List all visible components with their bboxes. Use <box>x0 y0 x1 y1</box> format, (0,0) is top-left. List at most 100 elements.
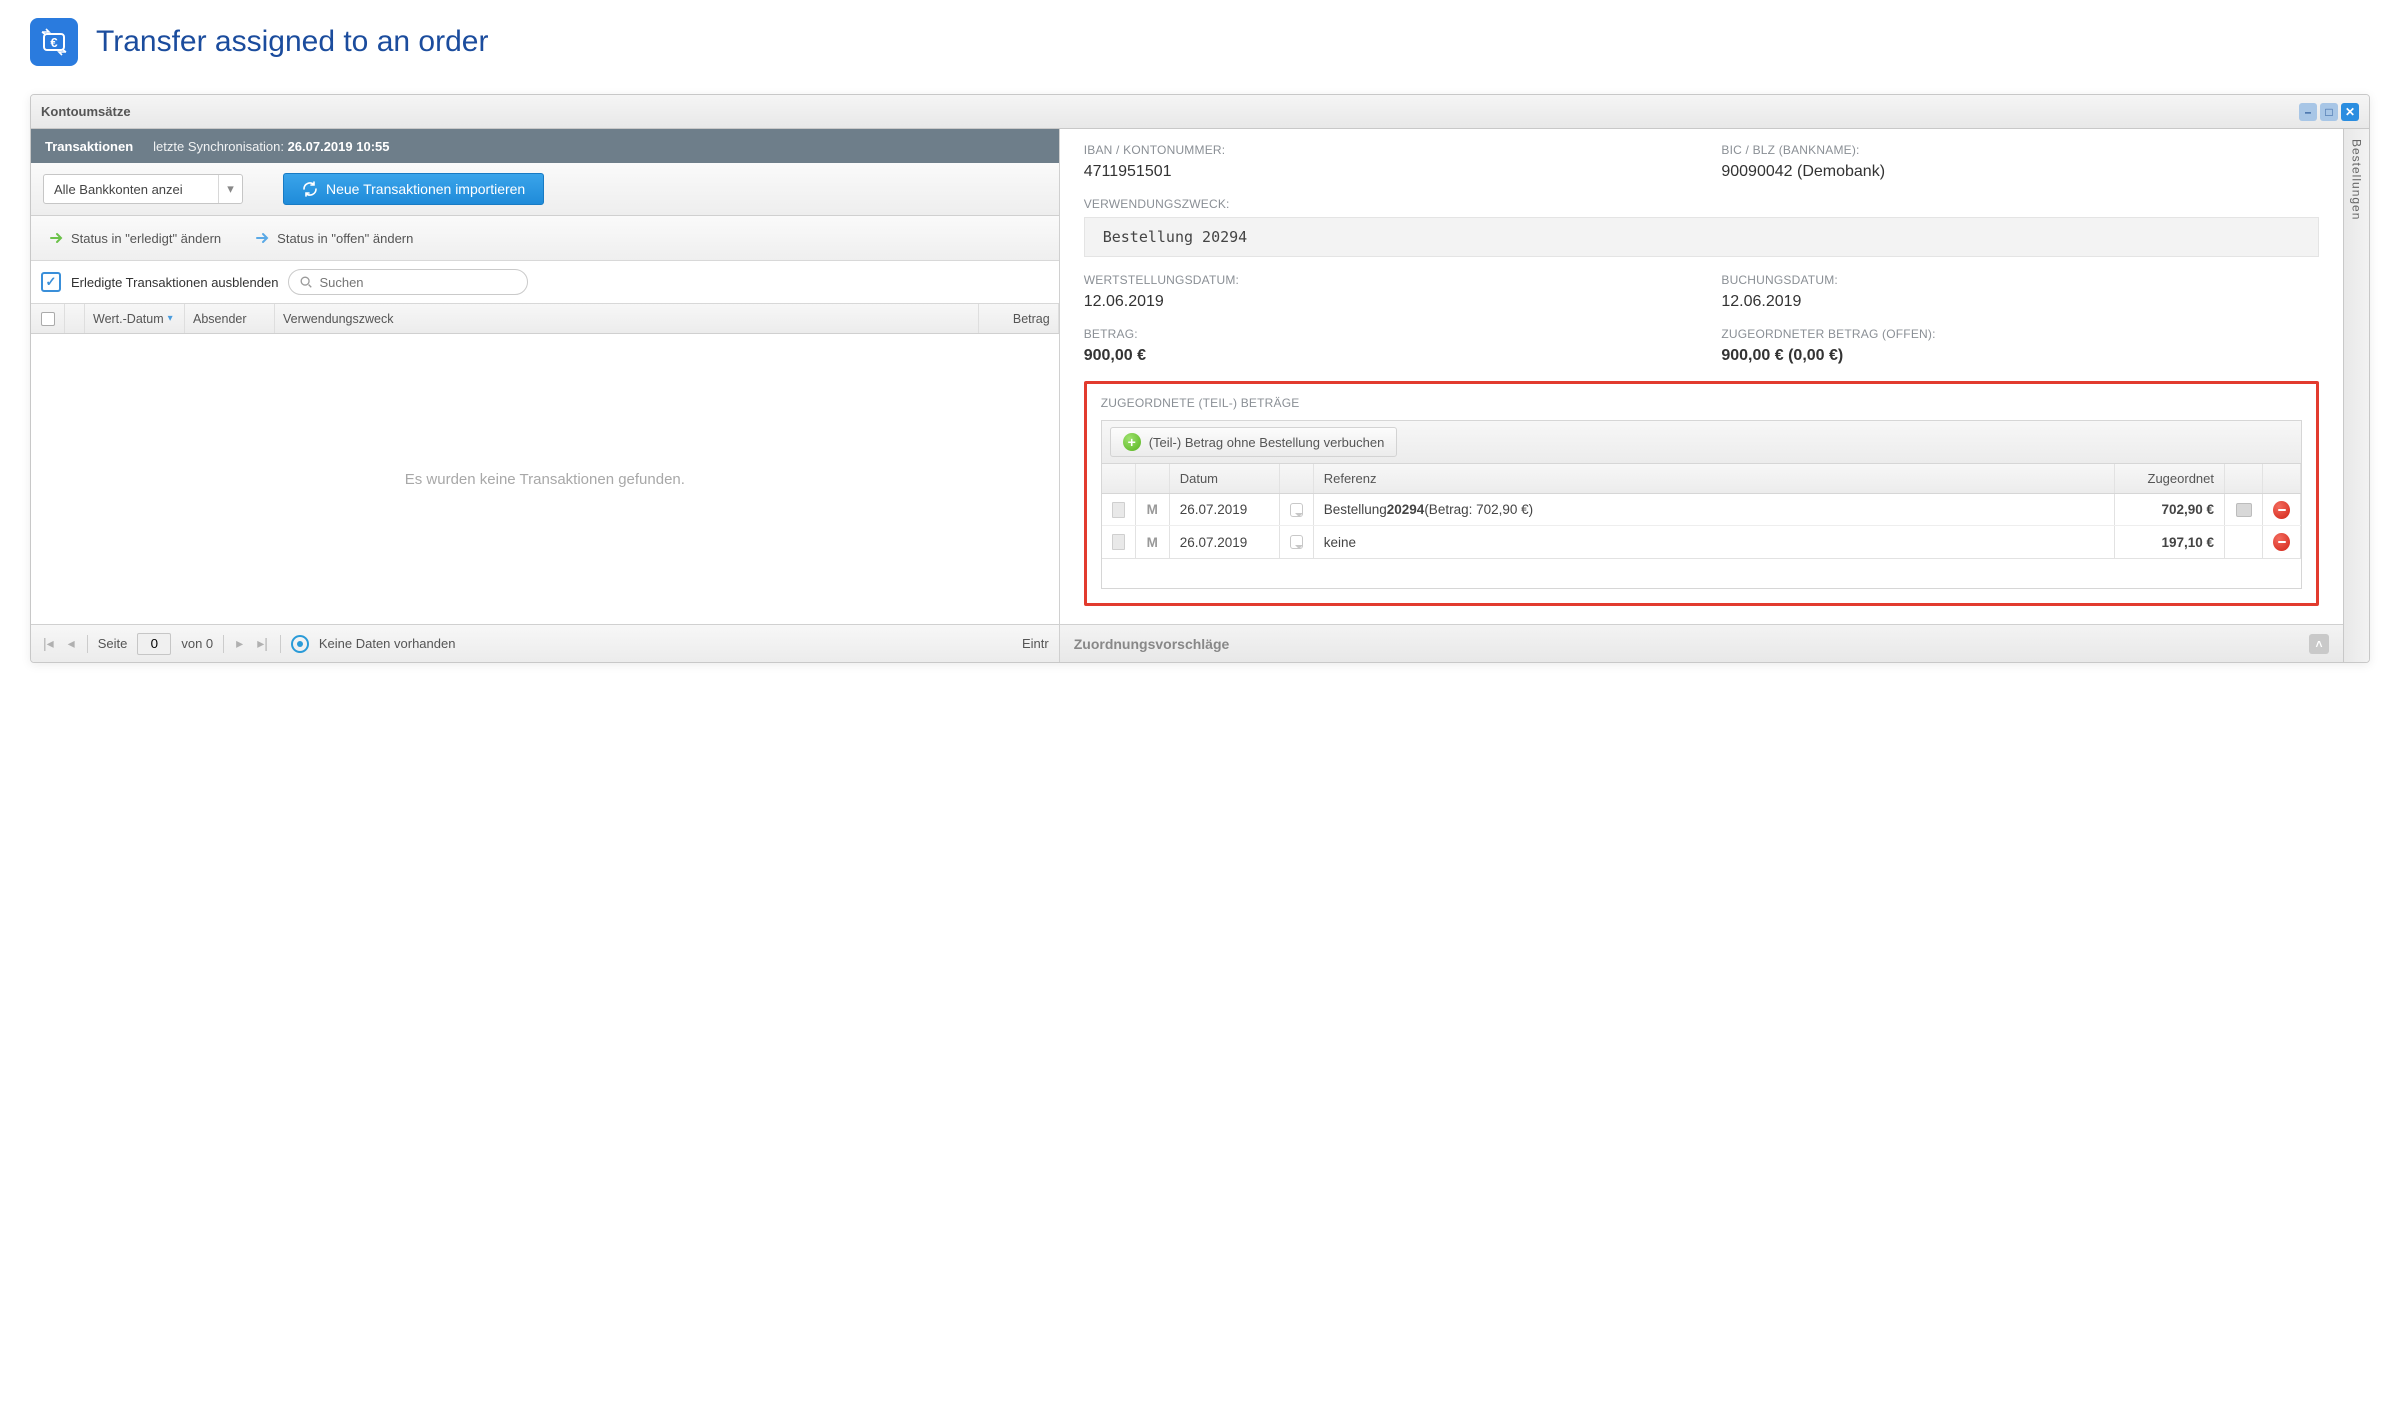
table-row: M 26.07.2019 Bestellung 20294 (Betrag: 702… <box>1102 494 2301 526</box>
pager-refresh-icon[interactable] <box>291 635 309 653</box>
window-title: Kontoumsätze <box>41 104 131 119</box>
status-done-button[interactable]: Status in "erledigt" ändern <box>43 226 227 250</box>
status-done-label: Status in "erledigt" ändern <box>71 231 221 246</box>
row-amount: 702,90 € <box>2115 494 2225 525</box>
status-open-label: Status in "offen" ändern <box>277 231 413 246</box>
refresh-icon <box>302 181 318 197</box>
col-value-date[interactable]: Wert.-Datum▾ <box>85 304 185 333</box>
value-date-label: WERTSTELLUNGSDATUM: <box>1084 273 1682 287</box>
value-date-value: 12.06.2019 <box>1084 293 1682 311</box>
pager-status-text: Keine Daten vorhanden <box>319 636 456 651</box>
sync-label: letzte Synchronisation: <box>153 139 284 154</box>
sync-value: 26.07.2019 10:55 <box>288 139 390 154</box>
arrow-right-blue-icon <box>255 230 271 246</box>
row-amount: 197,10 € <box>2115 526 2225 558</box>
booking-date-value: 12.06.2019 <box>1721 293 2319 311</box>
pager-page-input[interactable] <box>137 633 171 655</box>
purpose-label: VERWENDUNGSZWECK: <box>1084 197 2319 211</box>
m-badge-icon: M <box>1147 535 1158 550</box>
hide-done-label: Erledigte Transaktionen ausblenden <box>71 275 278 290</box>
bic-value: 90090042 (Demobank) <box>1721 163 2319 181</box>
pager-next-icon[interactable]: ▸ <box>234 635 245 652</box>
bic-label: BIC / BLZ (BANKNAME): <box>1721 143 2319 157</box>
transactions-grid-header: Wert.-Datum▾ Absender Verwendungszweck B… <box>31 304 1059 334</box>
document-icon[interactable] <box>1112 534 1125 550</box>
m-badge-icon: M <box>1147 502 1158 517</box>
status-toolbar: Status in "erledigt" ändern Status in "o… <box>31 216 1059 261</box>
pager-of-label: von 0 <box>181 636 213 651</box>
row-date: 26.07.2019 <box>1170 494 1280 525</box>
pager-last-icon[interactable]: ▸| <box>255 635 270 652</box>
transfer-euro-icon: € <box>30 18 78 66</box>
row-date: 26.07.2019 <box>1170 526 1280 558</box>
window-minimize-icon[interactable]: – <box>2299 103 2317 121</box>
chevron-down-icon: ▾ <box>218 175 242 203</box>
sort-desc-icon: ▾ <box>168 313 173 324</box>
pager-page-label: Seite <box>98 636 128 651</box>
remove-icon[interactable] <box>2273 501 2290 519</box>
transactions-tab-title: Transaktionen <box>45 139 133 154</box>
comment-icon[interactable] <box>1290 503 1303 517</box>
comment-icon[interactable] <box>1290 535 1303 549</box>
mt-col-date[interactable]: Datum <box>1170 464 1280 493</box>
header-checkbox[interactable] <box>31 304 65 333</box>
window-maximize-icon[interactable]: □ <box>2320 103 2338 121</box>
detail-pane: IBAN / KONTONUMMER: 4711951501 BIC / BLZ… <box>1060 95 2343 662</box>
window-close-icon[interactable]: ✕ <box>2341 103 2359 121</box>
col-sender[interactable]: Absender <box>185 304 275 333</box>
row-reference: keine <box>1314 526 2115 558</box>
transactions-toolbar: Alle Bankkonten anzei ▾ Neue Transaktion… <box>31 163 1059 216</box>
filter-bar: ✓ Erledigte Transaktionen ausblenden <box>31 261 1059 304</box>
pager: |◂ ◂ Seite von 0 ▸ ▸| Keine Daten vorhan… <box>31 624 1059 662</box>
page-header: € Transfer assigned to an order <box>30 18 2370 66</box>
window: Kontoumsätze – □ ✕ Transaktionen letzte … <box>30 94 2370 663</box>
print-icon[interactable] <box>2236 503 2252 517</box>
col-purpose[interactable]: Verwendungszweck <box>275 304 979 333</box>
collapse-up-icon[interactable]: ˄ <box>2309 634 2329 654</box>
mt-col-reference[interactable]: Referenz <box>1314 464 2115 493</box>
pager-first-icon[interactable]: |◂ <box>41 635 56 652</box>
svg-text:€: € <box>50 35 57 50</box>
amount-label: BETRAG: <box>1084 327 1682 341</box>
assigned-amounts-section: ZUGEORDNETE (TEIL-) BETRÄGE + (Teil-) Be… <box>1084 381 2319 606</box>
assigned-toolbar: + (Teil-) Betrag ohne Bestellung verbuch… <box>1101 420 2302 464</box>
page-title: Transfer assigned to an order <box>96 25 488 59</box>
import-transactions-button[interactable]: Neue Transaktionen importieren <box>283 173 544 205</box>
search-input[interactable] <box>319 275 517 290</box>
row-reference: Bestellung 20294 (Betrag: 702,90 €) <box>1314 494 2115 525</box>
col-amount[interactable]: Betrag <box>979 304 1059 333</box>
suggestions-label: Zuordnungsvorschläge <box>1074 636 1230 652</box>
hide-done-checkbox[interactable]: ✓ <box>41 272 61 292</box>
amount-value: 900,00 € <box>1084 347 1682 365</box>
search-icon <box>299 275 313 289</box>
transactions-subheader: Transaktionen letzte Synchronisation: 26… <box>31 129 1059 163</box>
booking-date-label: BUCHUNGSDATUM: <box>1721 273 2319 287</box>
suggestions-footer[interactable]: Zuordnungsvorschläge ˄ <box>1060 624 2343 662</box>
empty-state-text: Es wurden keine Transaktionen gefunden. <box>405 471 685 488</box>
assigned-table: Datum Referenz Zugeordnet M 26.07.2019 Bes… <box>1101 464 2302 589</box>
book-partial-label: (Teil-) Betrag ohne Bestellung verbuchen <box>1149 435 1385 450</box>
assigned-amount-value: 900,00 € (0,00 €) <box>1721 347 2319 365</box>
document-icon[interactable] <box>1112 502 1125 518</box>
window-titlebar: Kontoumsätze – □ ✕ <box>31 95 2369 129</box>
pager-right-text: Eintr <box>1022 636 1049 651</box>
plus-icon: + <box>1123 433 1141 451</box>
pager-prev-icon[interactable]: ◂ <box>66 635 77 652</box>
transactions-grid-body: Es wurden keine Transaktionen gefunden. <box>31 334 1059 624</box>
account-select-value: Alle Bankkonten anzei <box>44 182 218 197</box>
orders-side-tab[interactable]: Bestellungen <box>2343 95 2369 662</box>
transactions-pane: Transaktionen letzte Synchronisation: 26… <box>31 95 1060 662</box>
status-open-button[interactable]: Status in "offen" ändern <box>249 226 419 250</box>
assigned-section-title: ZUGEORDNETE (TEIL-) BETRÄGE <box>1101 396 2302 410</box>
account-select[interactable]: Alle Bankkonten anzei ▾ <box>43 174 243 204</box>
purpose-value: Bestellung 20294 <box>1084 217 2319 257</box>
search-input-wrap <box>288 269 528 295</box>
remove-icon[interactable] <box>2273 533 2290 551</box>
arrow-right-green-icon <box>49 230 65 246</box>
iban-label: IBAN / KONTONUMMER: <box>1084 143 1682 157</box>
assigned-amount-label: ZUGEORDNETER BETRAG (OFFEN): <box>1721 327 2319 341</box>
book-partial-button[interactable]: + (Teil-) Betrag ohne Bestellung verbuch… <box>1110 427 1398 457</box>
table-row: M 26.07.2019 keine197,10 € <box>1102 526 2301 558</box>
mt-col-assigned[interactable]: Zugeordnet <box>2115 464 2225 493</box>
iban-value: 4711951501 <box>1084 163 1682 181</box>
